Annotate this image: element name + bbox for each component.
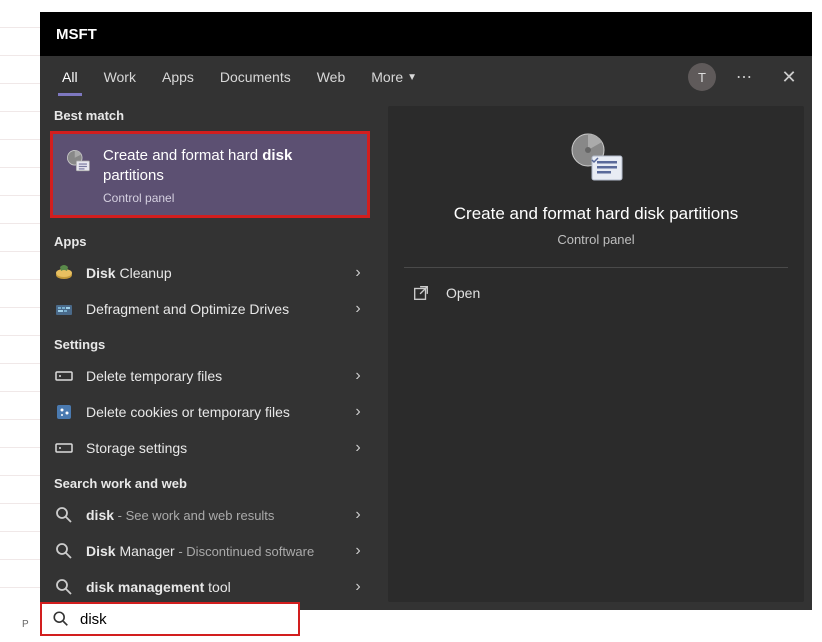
detail-title: Create and format hard disk partitions bbox=[388, 204, 804, 224]
chevron-right-icon: › bbox=[350, 578, 366, 596]
search-icon bbox=[54, 577, 74, 597]
detail-column: Create and format hard disk partitions C… bbox=[380, 98, 812, 610]
app-label: Defragment and Optimize Drives bbox=[86, 301, 338, 317]
disk-cleanup-icon bbox=[54, 263, 74, 283]
defrag-icon bbox=[54, 299, 74, 319]
setting-delete-temp[interactable]: Delete temporary files › bbox=[40, 358, 380, 394]
setting-label: Storage settings bbox=[86, 440, 338, 456]
chevron-right-icon: › bbox=[350, 506, 366, 524]
close-button[interactable]: ✕ bbox=[774, 67, 804, 88]
titlebar-title: MSFT bbox=[56, 26, 97, 43]
page-label: P bbox=[22, 619, 29, 630]
chevron-right-icon: › bbox=[350, 367, 366, 385]
section-best-match: Best match bbox=[40, 98, 380, 129]
app-defragment[interactable]: Defragment and Optimize Drives › bbox=[40, 291, 380, 327]
cookies-icon bbox=[54, 402, 74, 422]
open-action[interactable]: Open bbox=[388, 268, 804, 318]
results-column: Best match Create and format hard disk p… bbox=[40, 98, 380, 610]
disk-partition-large-icon bbox=[388, 130, 804, 186]
open-label: Open bbox=[446, 285, 480, 301]
search-input[interactable] bbox=[80, 611, 288, 628]
chevron-right-icon: › bbox=[350, 542, 366, 560]
setting-storage[interactable]: Storage settings › bbox=[40, 430, 380, 466]
app-disk-cleanup[interactable]: Disk Cleanup › bbox=[40, 255, 380, 291]
web-result-label: disk management tool bbox=[86, 579, 338, 595]
storage-icon bbox=[54, 438, 74, 458]
search-window: MSFT All Work Apps Documents Web More ▼ … bbox=[40, 12, 812, 610]
detail-subtitle: Control panel bbox=[388, 232, 804, 247]
best-match-subtitle: Control panel bbox=[103, 191, 355, 205]
tab-apps[interactable]: Apps bbox=[152, 59, 204, 95]
web-result-disk-manager[interactable]: Disk Manager - Discontinued software › bbox=[40, 533, 380, 569]
section-work-web: Search work and web bbox=[40, 466, 380, 497]
disk-partition-icon bbox=[65, 148, 91, 174]
tab-documents[interactable]: Documents bbox=[210, 59, 301, 95]
tab-work[interactable]: Work bbox=[94, 59, 146, 95]
tab-bar: All Work Apps Documents Web More ▼ T ⋯ ✕ bbox=[40, 56, 812, 98]
detail-card: Create and format hard disk partitions C… bbox=[388, 106, 804, 602]
setting-label: Delete temporary files bbox=[86, 368, 338, 384]
more-options-button[interactable]: ⋯ bbox=[730, 67, 760, 87]
search-icon bbox=[52, 610, 70, 628]
search-icon bbox=[54, 541, 74, 561]
user-avatar[interactable]: T bbox=[688, 63, 716, 91]
chevron-right-icon: › bbox=[350, 403, 366, 421]
web-result-disk-management-tool[interactable]: disk management tool › bbox=[40, 569, 380, 605]
best-match-result[interactable]: Create and format hard disk partitions C… bbox=[50, 131, 370, 218]
chevron-right-icon: › bbox=[350, 264, 366, 282]
web-result-label: disk - See work and web results bbox=[86, 507, 338, 523]
section-settings: Settings bbox=[40, 327, 380, 358]
search-icon bbox=[54, 505, 74, 525]
tab-all[interactable]: All bbox=[52, 59, 88, 95]
storage-icon bbox=[54, 366, 74, 386]
setting-delete-cookies[interactable]: Delete cookies or temporary files › bbox=[40, 394, 380, 430]
search-bar[interactable] bbox=[40, 602, 300, 636]
best-match-title: Create and format hard disk partitions bbox=[103, 146, 355, 185]
open-icon bbox=[412, 284, 430, 302]
chevron-right-icon: › bbox=[350, 439, 366, 457]
section-apps: Apps bbox=[40, 224, 380, 255]
tab-web[interactable]: Web bbox=[307, 59, 356, 95]
background-lines bbox=[0, 0, 40, 642]
chevron-down-icon: ▼ bbox=[407, 72, 417, 83]
tab-more-label: More bbox=[371, 69, 403, 85]
web-result-disk[interactable]: disk - See work and web results › bbox=[40, 497, 380, 533]
setting-label: Delete cookies or temporary files bbox=[86, 404, 338, 420]
chevron-right-icon: › bbox=[350, 300, 366, 318]
app-label: Disk Cleanup bbox=[86, 265, 338, 281]
web-result-label: Disk Manager - Discontinued software bbox=[86, 543, 338, 559]
tab-more[interactable]: More ▼ bbox=[361, 59, 427, 95]
titlebar: MSFT bbox=[40, 12, 812, 56]
